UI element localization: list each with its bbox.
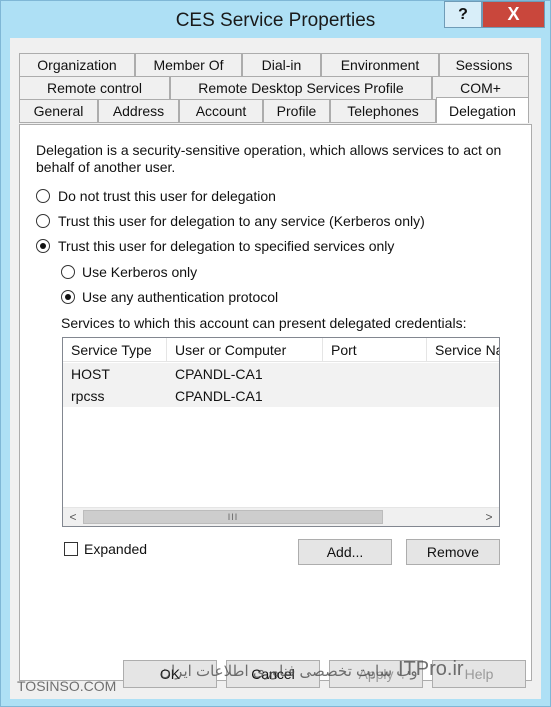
cell-service-type: HOST	[71, 366, 110, 382]
help-icon[interactable]: ?	[444, 1, 482, 28]
tab-remote-desktop-services-profile[interactable]: Remote Desktop Services Profile	[170, 76, 432, 100]
radio-specified-services[interactable]	[36, 239, 50, 253]
column-port[interactable]: Port	[323, 338, 427, 362]
remove-button[interactable]: Remove	[406, 539, 500, 565]
column-user-or-computer[interactable]: User or Computer	[167, 338, 323, 362]
tab-sessions[interactable]: Sessions	[439, 53, 529, 77]
watermark-right: ITPro.ir	[398, 658, 464, 680]
radio-kerberos-only[interactable]	[61, 265, 75, 279]
radio-specified-services-label[interactable]: Trust this user for delegation to specif…	[58, 238, 394, 254]
properties-window: CES Service Properties ? X Organization …	[0, 0, 551, 707]
tab-remote-control[interactable]: Remote control	[19, 76, 170, 100]
scroll-thumb[interactable]: III	[83, 510, 383, 524]
tab-dial-in[interactable]: Dial-in	[242, 53, 321, 77]
radio-no-delegation-label[interactable]: Do not trust this user for delegation	[58, 188, 276, 204]
tab-organization[interactable]: Organization	[19, 53, 135, 77]
services-list-header: Service Type User or Computer Port Servi…	[63, 338, 499, 362]
services-list[interactable]: Service Type User or Computer Port Servi…	[62, 337, 500, 527]
scroll-left-icon[interactable]: <	[64, 508, 82, 526]
delegation-description-line2: behalf of another user.	[36, 159, 176, 175]
radio-kerberos-only-label[interactable]: Use Kerberos only	[82, 264, 197, 280]
horizontal-scrollbar[interactable]: < III >	[63, 507, 499, 526]
table-row[interactable]: HOST CPANDL-CA1	[63, 363, 499, 385]
radio-any-protocol-label[interactable]: Use any authentication protocol	[82, 289, 278, 305]
tab-address[interactable]: Address	[98, 99, 179, 123]
radio-any-protocol[interactable]	[61, 290, 75, 304]
watermark-left: TOSINSO.COM	[17, 678, 117, 694]
delegation-panel: Delegation is a security-sensitive opera…	[19, 124, 532, 681]
tab-environment[interactable]: Environment	[321, 53, 439, 77]
add-button[interactable]: Add...	[298, 539, 392, 565]
services-caption: Services to which this account can prese…	[61, 315, 467, 331]
tab-general[interactable]: General	[19, 99, 98, 123]
radio-any-service-label[interactable]: Trust this user for delegation to any se…	[58, 213, 425, 229]
tab-account[interactable]: Account	[179, 99, 263, 123]
title-bar[interactable]: CES Service Properties ? X	[1, 1, 550, 41]
scroll-right-icon[interactable]: >	[480, 508, 498, 526]
tab-telephones[interactable]: Telephones	[330, 99, 436, 123]
column-service-type[interactable]: Service Type	[63, 338, 167, 362]
cell-user-or-computer: CPANDL-CA1	[175, 366, 263, 382]
tab-profile[interactable]: Profile	[263, 99, 330, 123]
close-icon[interactable]: X	[482, 1, 545, 28]
expanded-checkbox[interactable]	[64, 542, 78, 556]
watermark-middle: وب سایت تخصصی فناوری اطلاعات ایران	[160, 663, 418, 680]
column-service-name[interactable]: Service Na	[427, 338, 499, 362]
radio-no-delegation[interactable]	[36, 189, 50, 203]
radio-any-service[interactable]	[36, 214, 50, 228]
cell-user-or-computer: CPANDL-CA1	[175, 388, 263, 404]
delegation-description-line1: Delegation is a security-sensitive opera…	[36, 142, 502, 158]
expanded-label[interactable]: Expanded	[84, 541, 147, 557]
dialog-client: Organization Member Of Dial-in Environme…	[10, 38, 541, 699]
tab-delegation[interactable]: Delegation	[436, 97, 529, 123]
cell-service-type: rpcss	[71, 388, 105, 404]
tab-member-of[interactable]: Member Of	[135, 53, 242, 77]
table-row[interactable]: rpcss CPANDL-CA1	[63, 385, 499, 407]
